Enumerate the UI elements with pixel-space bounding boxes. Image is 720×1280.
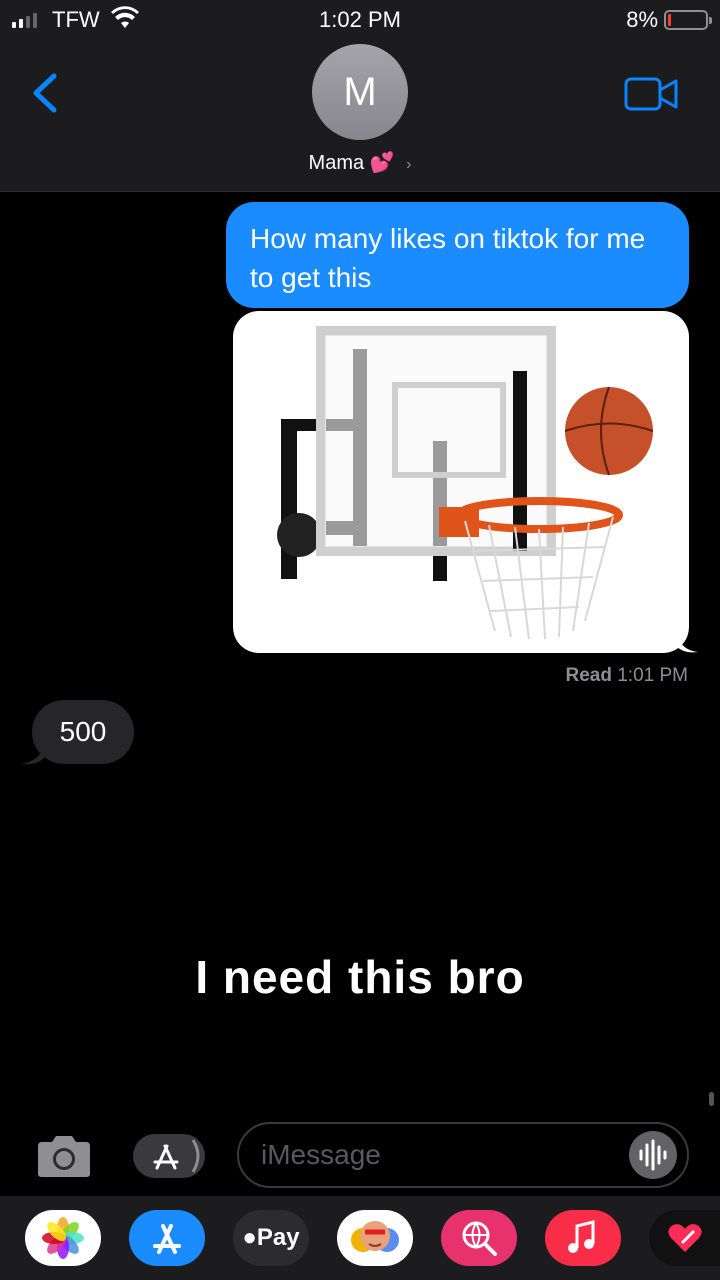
imessage-input[interactable] xyxy=(261,1134,621,1176)
waveform-icon xyxy=(639,1139,667,1171)
read-receipt: Read 1:01 PM xyxy=(565,665,688,687)
applepay-label: Pay xyxy=(256,1224,300,1251)
read-time: 1:01 PM xyxy=(617,665,688,686)
apple-icon: ● xyxy=(242,1224,257,1251)
battery-level xyxy=(668,14,671,26)
scroll-indicator xyxy=(709,1092,714,1106)
camera-icon[interactable] xyxy=(34,1134,94,1178)
globe-search-icon xyxy=(462,1221,497,1256)
appstore-app-icon[interactable] xyxy=(129,1210,205,1266)
appstore-glyph-icon xyxy=(153,1224,181,1254)
appstore-icon xyxy=(153,1139,200,1173)
web-search-app-icon[interactable] xyxy=(441,1210,517,1266)
video-camera-icon[interactable] xyxy=(624,76,678,112)
memoji-face-icon xyxy=(351,1221,399,1252)
outgoing-message-bubble[interactable]: How many likes on tiktok for me to get t… xyxy=(226,202,689,308)
applepay-app-icon[interactable]: ●Pay xyxy=(233,1210,309,1266)
heart-icon: 💕 xyxy=(369,152,395,174)
message-input-field[interactable] xyxy=(237,1122,689,1188)
read-label: Read xyxy=(565,665,612,686)
video-caption: I need this bro xyxy=(195,951,525,1003)
battery-percent: 8% xyxy=(626,7,658,32)
photos-flower-icon xyxy=(42,1217,84,1259)
contact-avatar[interactable]: M xyxy=(312,44,408,140)
bubble-tail xyxy=(676,632,698,653)
digital-touch-app-icon[interactable] xyxy=(649,1210,720,1266)
status-time: 1:02 PM xyxy=(319,7,401,32)
contact-name[interactable]: Mama 💕 › xyxy=(0,150,720,175)
chevron-right-icon: › xyxy=(406,156,412,173)
photos-app-icon[interactable] xyxy=(25,1210,101,1266)
conversation-header: M Mama 💕 › xyxy=(0,40,720,192)
basketball-hoop-image[interactable] xyxy=(233,311,689,653)
audio-waveform-button[interactable] xyxy=(629,1131,677,1179)
chevron-left-icon[interactable] xyxy=(26,70,66,116)
appstore-drawer-button[interactable] xyxy=(133,1134,205,1178)
heart-icon xyxy=(667,1224,702,1252)
battery-icon xyxy=(664,10,712,30)
music-app-icon[interactable] xyxy=(545,1210,621,1266)
basketball-hoop-illustration xyxy=(277,326,654,640)
avatar-initial: M xyxy=(343,69,377,114)
status-bar: TFW 1:02 PM 8% xyxy=(0,0,720,40)
music-note-icon xyxy=(568,1220,595,1253)
app-drawer: ●Pay xyxy=(0,1196,720,1280)
contact-name-label: Mama xyxy=(308,152,365,174)
incoming-message-bubble[interactable]: 500 xyxy=(32,700,134,764)
memoji-app-icon[interactable] xyxy=(337,1210,413,1266)
